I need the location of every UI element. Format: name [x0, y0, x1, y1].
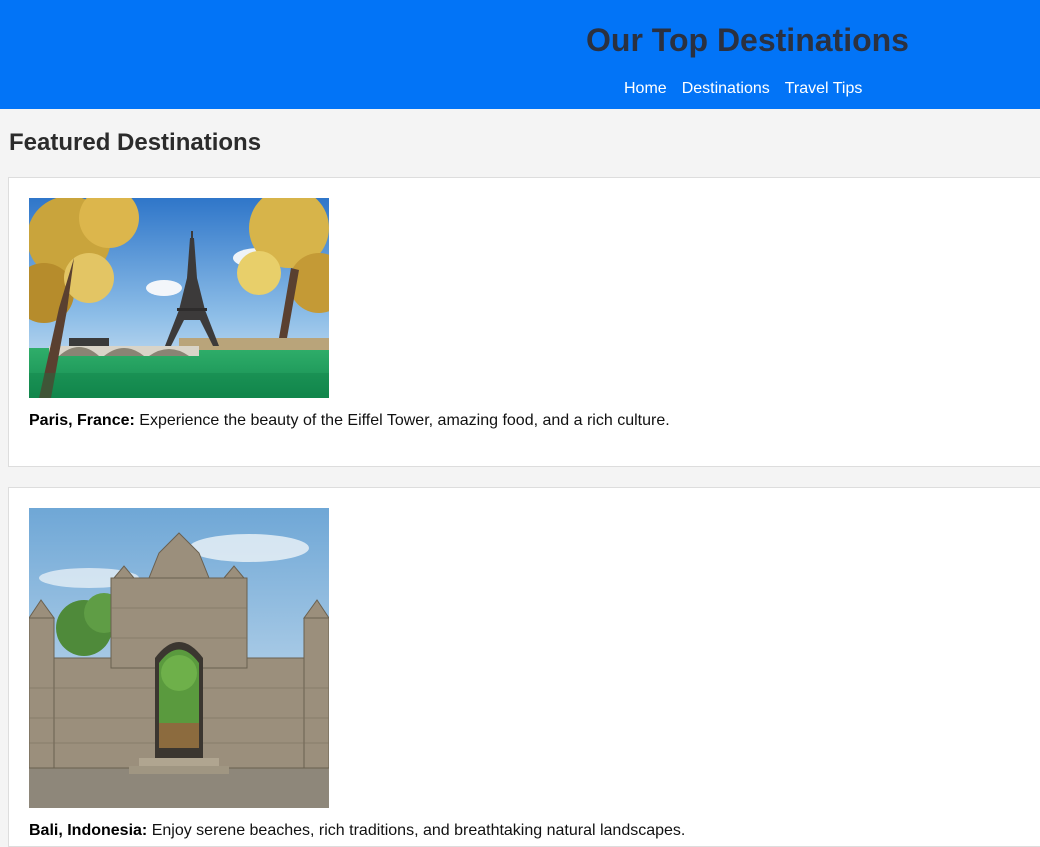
destination-description: Bali, Indonesia: Enjoy serene beaches, r…: [29, 821, 685, 841]
destination-description: Paris, France: Experience the beauty of …: [29, 411, 670, 431]
nav-destinations[interactable]: Destinations: [682, 79, 770, 99]
destination-text: Enjoy serene beaches, rich traditions, a…: [147, 822, 686, 839]
site-header: Our Top Destinations Home Destinations T…: [0, 0, 1040, 109]
destination-card-bali: Bali, Indonesia: Enjoy serene beaches, r…: [8, 487, 1040, 847]
site-title: Our Top Destinations: [586, 22, 909, 58]
destination-card-paris: Paris, France: Experience the beauty of …: [8, 177, 1040, 467]
destination-name: Bali, Indonesia:: [29, 822, 148, 839]
featured-destinations-heading: Featured Destinations: [9, 129, 262, 156]
paris-eiffel-tower-image: [29, 198, 329, 398]
main-nav: Home Destinations Travel Tips: [624, 79, 862, 99]
destination-name: Paris, France:: [29, 412, 135, 429]
destination-text: Experience the beauty of the Eiffel Towe…: [134, 412, 670, 429]
bali-temple-gate-image: [29, 508, 329, 808]
nav-travel-tips[interactable]: Travel Tips: [785, 79, 863, 99]
nav-home[interactable]: Home: [624, 79, 667, 99]
